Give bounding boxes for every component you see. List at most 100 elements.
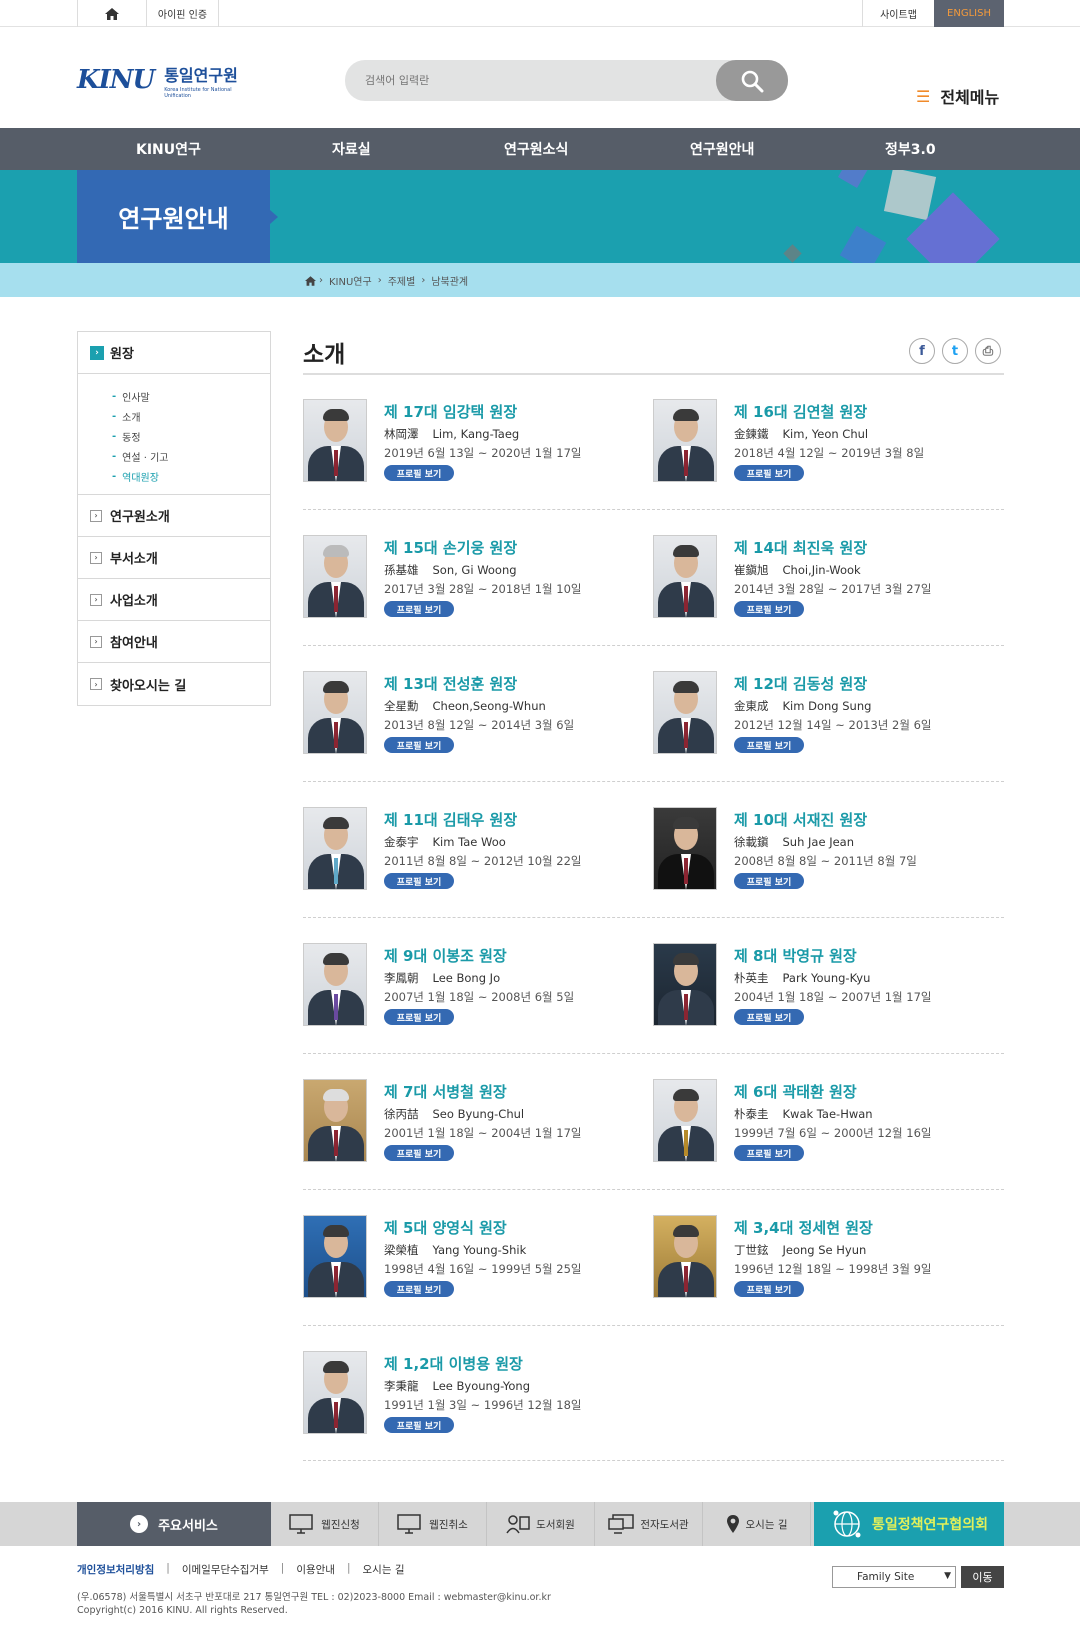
print-button[interactable]: ⎙ — [975, 338, 1001, 364]
president-title[interactable]: 제 16대 김연철 원장 — [734, 401, 867, 422]
policy-council-link[interactable]: 통일정책연구협의회 — [814, 1502, 1004, 1546]
president-title[interactable]: 제 11대 김태우 원장 — [384, 809, 517, 830]
profile-button[interactable]: 프로필 보기 — [384, 601, 454, 617]
president-title[interactable]: 제 7대 서병철 원장 — [384, 1081, 507, 1102]
search-input[interactable] — [365, 68, 695, 93]
section-title-arrow — [270, 210, 278, 224]
president-eng-name: Choi,Jin-Wook — [782, 563, 861, 577]
profile-button[interactable]: 프로필 보기 — [384, 873, 454, 889]
profile-button[interactable]: 프로필 보기 — [734, 1009, 804, 1025]
president-eng-name: Yang Young-Shik — [432, 1243, 527, 1257]
map-pin-icon — [726, 1515, 739, 1533]
twitter-share-button[interactable]: t — [942, 338, 968, 364]
president-title[interactable]: 제 9대 이봉조 원장 — [384, 945, 507, 966]
privacy-policy-link[interactable]: 개인정보처리방침 — [77, 1562, 154, 1577]
president-title[interactable]: 제 1,2대 이병용 원장 — [384, 1353, 523, 1374]
english-link[interactable]: ENGLISH — [934, 0, 1004, 27]
president-card: 제 7대 서병철 원장 徐丙喆 Seo Byung-Chul 2001년 1월 1… — [303, 1079, 643, 1167]
profile-button[interactable]: 프로필 보기 — [384, 1145, 454, 1161]
gnb-item-research[interactable]: KINU연구 — [136, 128, 201, 170]
president-hanja: 徐載鎭 — [734, 835, 769, 849]
president-eng-name: Lim, Kang-Taeg — [432, 427, 520, 441]
search-button[interactable] — [716, 60, 788, 101]
side-nav-item-projects[interactable]: › 사업소개 — [78, 579, 270, 621]
side-nav-item-participation[interactable]: › 참여안내 — [78, 621, 270, 663]
breadcrumb-item[interactable]: KINU연구 — [329, 273, 372, 288]
profile-button[interactable]: 프로필 보기 — [734, 873, 804, 889]
gnb-item-gov30[interactable]: 정부3.0 — [885, 128, 936, 170]
side-nav-sub-label: 연설 · 기고 — [122, 452, 169, 464]
all-menu-button[interactable]: ☰ 전체메뉴 — [916, 84, 999, 108]
print-icon: ⎙ — [982, 343, 994, 359]
president-title[interactable]: 제 8대 박영규 원장 — [734, 945, 857, 966]
sitemap-link[interactable]: 사이트맵 — [862, 0, 934, 27]
profile-button[interactable]: 프로필 보기 — [734, 465, 804, 481]
president-eng-name: Kim Dong Sung — [782, 699, 872, 713]
profile-button[interactable]: 프로필 보기 — [384, 737, 454, 753]
president-card: 제 16대 김연철 원장 金鍊鐵 Kim, Yeon Chul 2018년 4월 … — [653, 399, 993, 487]
president-title[interactable]: 제 17대 임강택 원장 — [384, 401, 517, 422]
profile-button[interactable]: 프로필 보기 — [384, 1417, 454, 1433]
profile-button[interactable]: 프로필 보기 — [384, 1281, 454, 1297]
president-title[interactable]: 제 3,4대 정세현 원장 — [734, 1217, 873, 1238]
president-eng-name: Kwak Tae-Hwan — [782, 1107, 873, 1121]
president-name: 林岡澤 Lim, Kang-Taeg — [384, 426, 519, 442]
side-nav-sub-label: 인사말 — [122, 392, 150, 404]
president-photo — [653, 1079, 717, 1162]
president-name: 朴英圭 Park Young-Kyu — [734, 970, 870, 986]
side-nav-sub-intro[interactable]: - 소개 — [112, 406, 270, 426]
president-title[interactable]: 제 13대 전성훈 원장 — [384, 673, 517, 694]
president-title[interactable]: 제 10대 서재진 원장 — [734, 809, 867, 830]
profile-button[interactable]: 프로필 보기 — [734, 737, 804, 753]
president-name: 李鳳朝 Lee Bong Jo — [384, 970, 500, 986]
president-eng-name: Kim, Yeon Chul — [782, 427, 869, 441]
service-e-library[interactable]: 전자도서관 — [595, 1502, 703, 1546]
family-site-go-button[interactable]: 이동 — [961, 1566, 1004, 1588]
president-name: 李秉龍 Lee Byoung-Yong — [384, 1378, 530, 1394]
row-divider — [303, 1325, 1004, 1326]
profile-button[interactable]: 프로필 보기 — [384, 1009, 454, 1025]
president-photo — [303, 399, 367, 482]
site-logo[interactable]: KINU 통일연구원 Korea Institute for National … — [77, 56, 247, 104]
ipin-auth-link[interactable]: 아이핀 인증 — [147, 0, 219, 27]
side-nav-sub-activities[interactable]: - 동정 — [112, 426, 270, 446]
home-icon[interactable] — [305, 275, 316, 286]
president-title[interactable]: 제 5대 양영식 원장 — [384, 1217, 507, 1238]
breadcrumb-item[interactable]: 주제별 — [388, 273, 416, 288]
president-title[interactable]: 제 14대 최진욱 원장 — [734, 537, 867, 558]
service-library-member[interactable]: 도서회원 — [487, 1502, 595, 1546]
profile-button[interactable]: 프로필 보기 — [734, 601, 804, 617]
side-nav-sub-former-presidents[interactable]: - 역대원장 — [112, 466, 270, 486]
home-link[interactable] — [77, 0, 147, 27]
side-nav-sub-speeches[interactable]: - 연설 · 기고 — [112, 446, 270, 466]
facebook-share-button[interactable]: f — [909, 338, 935, 364]
gnb-item-library[interactable]: 자료실 — [332, 128, 371, 170]
side-nav-item-institute[interactable]: › 연구원소개 — [78, 495, 270, 537]
service-webzine-cancel[interactable]: 웹진취소 — [379, 1502, 487, 1546]
email-refusal-link[interactable]: 이메일무단수집거부 — [182, 1562, 269, 1577]
family-site-select[interactable]: Family Site ▼ — [832, 1566, 956, 1588]
service-directions[interactable]: 오시는 길 — [703, 1502, 811, 1546]
president-hanja: 林岡澤 — [384, 427, 419, 441]
president-title[interactable]: 제 15대 손기웅 원장 — [384, 537, 517, 558]
president-title[interactable]: 제 6대 곽태환 원장 — [734, 1081, 857, 1102]
side-nav-item-departments[interactable]: › 부서소개 — [78, 537, 270, 579]
profile-button[interactable]: 프로필 보기 — [734, 1145, 804, 1161]
gnb-item-about[interactable]: 연구원안내 — [690, 128, 754, 170]
usage-guide-link[interactable]: 이용안내 — [296, 1562, 335, 1577]
service-webzine-subscribe[interactable]: 웹진신청 — [271, 1502, 379, 1546]
profile-button[interactable]: 프로필 보기 — [384, 465, 454, 481]
side-nav-item-directions[interactable]: › 찾아오시는 길 — [78, 663, 270, 705]
president-hanja: 金鍊鐵 — [734, 427, 769, 441]
breadcrumb-item[interactable]: 남북관계 — [431, 273, 468, 288]
service-bar-title: 주요서비스 — [158, 1518, 218, 1534]
profile-button[interactable]: 프로필 보기 — [734, 1281, 804, 1297]
side-nav-sub-greeting[interactable]: - 인사말 — [112, 386, 270, 406]
side-nav-head[interactable]: › 원장 — [78, 332, 270, 374]
footer-directions-link[interactable]: 오시는 길 — [363, 1562, 405, 1577]
service-label: 웹진취소 — [429, 1518, 468, 1531]
side-nav-sub-label: 소개 — [122, 412, 141, 424]
president-title[interactable]: 제 12대 김동성 원장 — [734, 673, 867, 694]
president-term: 2001년 1월 18일 ~ 2004년 1월 17일 — [384, 1126, 582, 1140]
gnb-item-news[interactable]: 연구원소식 — [504, 128, 568, 170]
